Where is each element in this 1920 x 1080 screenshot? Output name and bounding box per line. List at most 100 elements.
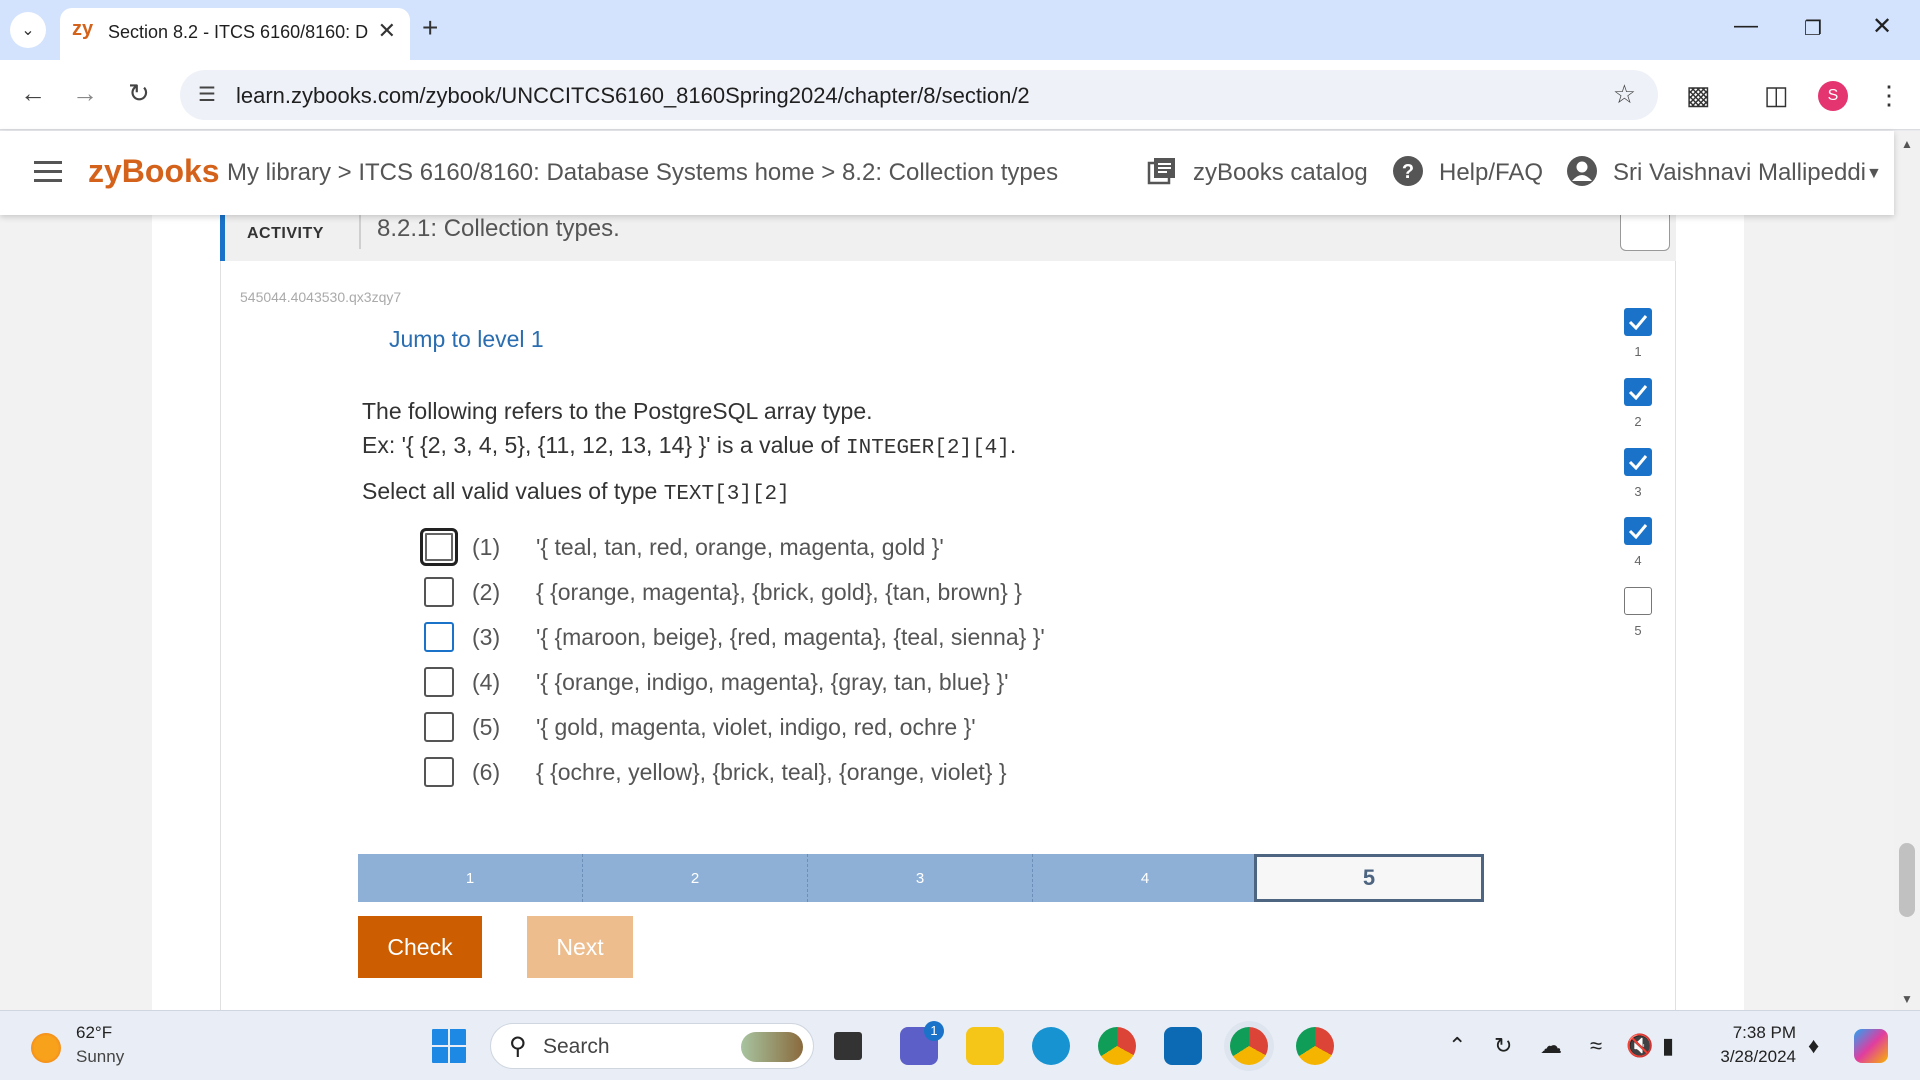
browser-tab[interactable]: zy Section 8.2 - ITCS 6160/8160: D ✕ xyxy=(60,8,410,60)
option-number: (1) xyxy=(472,534,501,560)
help-faq-link[interactable]: Help/FAQ xyxy=(1439,159,1543,187)
copilot-icon[interactable] xyxy=(1854,1029,1888,1063)
hamburger-menu-icon[interactable] xyxy=(34,161,62,183)
tab-search-chevron-icon[interactable]: ⌄ xyxy=(10,12,46,48)
user-account-icon[interactable] xyxy=(1566,155,1598,187)
level-indicator-3[interactable]: 3 xyxy=(1624,448,1652,499)
level-number: 2 xyxy=(1634,414,1642,429)
option-value: '{ teal, tan, red, orange, magenta, gold… xyxy=(536,534,944,560)
onedrive-icon[interactable]: ☁ xyxy=(1540,1033,1562,1059)
level-indicator-2[interactable]: 2 xyxy=(1624,378,1652,429)
sync-icon[interactable]: ↻ xyxy=(1494,1033,1512,1059)
search-placeholder: Search xyxy=(543,1035,610,1058)
breadcrumb[interactable]: My library > ITCS 6160/8160: Database Sy… xyxy=(227,159,1058,187)
weather-sun-icon[interactable] xyxy=(31,1033,61,1063)
back-icon[interactable]: ← xyxy=(20,78,46,109)
option-value: { {orange, magenta}, {brick, gold}, {tan… xyxy=(536,579,1022,605)
teams-icon[interactable]: 1 xyxy=(900,1021,944,1065)
wifi-icon[interactable]: ≈ xyxy=(1590,1033,1602,1059)
new-tab-icon[interactable]: + xyxy=(422,12,438,44)
battery-icon[interactable]: ▮ xyxy=(1662,1033,1674,1059)
weather-condition[interactable]: Sunny xyxy=(76,1047,124,1067)
taskbar-search[interactable]: ⚲ Search xyxy=(490,1023,814,1069)
task-view-icon[interactable] xyxy=(834,1032,862,1060)
help-icon[interactable]: ? xyxy=(1392,155,1424,187)
activity-header-divider xyxy=(359,215,361,249)
level-number: 4 xyxy=(1634,553,1642,568)
progress-segment-2[interactable]: 2 xyxy=(583,854,808,902)
level-indicator-1[interactable]: 1 xyxy=(1624,308,1652,359)
minimize-icon[interactable]: — xyxy=(1734,12,1758,40)
progress-segment-3[interactable]: 3 xyxy=(808,854,1033,902)
user-menu-chevron-icon[interactable]: ▼ xyxy=(1866,165,1882,183)
question-example: Ex: '{ {2, 3, 4, 5}, {11, 12, 13, 14} }'… xyxy=(362,432,1016,460)
restore-icon[interactable]: ❐ xyxy=(1804,16,1822,41)
tray-overflow-chevron-icon[interactable]: ⌃ xyxy=(1448,1033,1466,1059)
clock-date[interactable]: 3/28/2024 xyxy=(1700,1047,1796,1067)
level-check-icon xyxy=(1624,517,1652,545)
extensions-icon[interactable]: ▩ xyxy=(1686,80,1711,111)
windows-taskbar: 62°F Sunny ⚲ Search 1 ⌃ ↻ ☁ ≈ 🔇 ▮ 7:38 P… xyxy=(0,1010,1920,1080)
url-text[interactable]: learn.zybooks.com/zybook/UNCCITCS6160_81… xyxy=(236,83,1030,109)
file-explorer-icon[interactable] xyxy=(966,1027,1004,1065)
site-info-icon[interactable]: ☰ xyxy=(198,82,216,107)
question-prompt: Select all valid values of type TEXT[3][… xyxy=(362,478,790,506)
check-button[interactable]: Check xyxy=(358,916,482,978)
browser-menu-icon[interactable]: ⋮ xyxy=(1876,80,1902,111)
microsoft-store-icon[interactable] xyxy=(1164,1027,1202,1065)
option-value: '{ {orange, indigo, magenta}, {gray, tan… xyxy=(536,669,1009,695)
option-checkbox[interactable] xyxy=(424,622,454,652)
option-6[interactable]: (6) { {ochre, yellow}, {brick, teal}, {o… xyxy=(420,751,1120,791)
option-value: '{ gold, magenta, violet, indigo, red, o… xyxy=(536,714,976,740)
scroll-down-icon[interactable]: ▼ xyxy=(1901,992,1913,1006)
edge-icon[interactable] xyxy=(1032,1027,1070,1065)
scroll-up-icon[interactable]: ▲ xyxy=(1901,137,1913,151)
page-scrollbar[interactable]: ▲ ▼ xyxy=(1894,131,1920,1010)
tab-close-icon[interactable]: ✕ xyxy=(378,18,396,44)
option-5[interactable]: (5) '{ gold, magenta, violet, indigo, re… xyxy=(420,706,1120,746)
progress-segment-1[interactable]: 1 xyxy=(358,854,583,902)
activity-title: 8.2.1: Collection types. xyxy=(377,215,620,242)
option-checkbox[interactable] xyxy=(424,712,454,742)
level-number: 5 xyxy=(1634,623,1642,638)
level-indicator-5[interactable]: 5 xyxy=(1624,587,1652,638)
catalog-book-icon[interactable] xyxy=(1146,155,1178,187)
zybooks-logo[interactable]: zyBooks xyxy=(88,153,220,190)
windows-start-icon[interactable] xyxy=(430,1027,468,1065)
next-button[interactable]: Next xyxy=(527,916,633,978)
chrome-icon[interactable] xyxy=(1098,1027,1136,1065)
progress-segment-5[interactable]: 5 xyxy=(1254,854,1484,902)
option-checkbox[interactable] xyxy=(420,528,458,566)
option-checkbox[interactable] xyxy=(424,667,454,697)
option-1[interactable]: (1) '{ teal, tan, red, orange, magenta, … xyxy=(420,526,1120,566)
scrollbar-thumb[interactable] xyxy=(1899,843,1915,917)
prompt-type-code: TEXT[3][2] xyxy=(663,483,790,506)
notifications-bell-icon[interactable]: ♦ xyxy=(1808,1033,1819,1059)
chrome-profile-b-icon[interactable] xyxy=(1296,1027,1334,1065)
option-checkbox[interactable] xyxy=(424,577,454,607)
bookmark-star-icon[interactable]: ☆ xyxy=(1613,79,1636,110)
chrome-profile-s-icon[interactable] xyxy=(1230,1027,1268,1065)
reload-icon[interactable]: ↻ xyxy=(128,78,150,109)
example-prefix: Ex: '{ {2, 3, 4, 5}, {11, 12, 13, 14} }'… xyxy=(362,432,847,458)
close-window-icon[interactable]: ✕ xyxy=(1872,12,1892,41)
clock-time[interactable]: 7:38 PM xyxy=(1710,1023,1796,1043)
option-3[interactable]: (3) '{ {maroon, beige}, {red, magenta}, … xyxy=(420,616,1120,656)
address-bar[interactable]: ☰ learn.zybooks.com/zybook/UNCCITCS6160_… xyxy=(180,70,1658,120)
profile-avatar[interactable]: S xyxy=(1818,81,1848,111)
side-panel-icon[interactable]: ◫ xyxy=(1764,80,1789,111)
option-4[interactable]: (4) '{ {orange, indigo, magenta}, {gray,… xyxy=(420,661,1120,701)
zybooks-catalog-link[interactable]: zyBooks catalog xyxy=(1193,159,1368,187)
search-icon: ⚲ xyxy=(509,1033,527,1060)
weather-temp[interactable]: 62°F xyxy=(76,1023,112,1043)
forward-icon[interactable]: → xyxy=(72,78,98,109)
level-number: 1 xyxy=(1634,344,1642,359)
jump-to-level-link[interactable]: Jump to level 1 xyxy=(389,326,544,353)
volume-muted-icon[interactable]: 🔇 xyxy=(1626,1033,1653,1059)
option-2[interactable]: (2) { {orange, magenta}, {brick, gold}, … xyxy=(420,571,1120,611)
option-checkbox[interactable] xyxy=(424,757,454,787)
level-indicator-4[interactable]: 4 xyxy=(1624,517,1652,568)
level-check-icon xyxy=(1624,308,1652,336)
user-name[interactable]: Sri Vaishnavi Mallipeddi xyxy=(1613,159,1866,187)
progress-segment-4[interactable]: 4 xyxy=(1033,854,1258,902)
